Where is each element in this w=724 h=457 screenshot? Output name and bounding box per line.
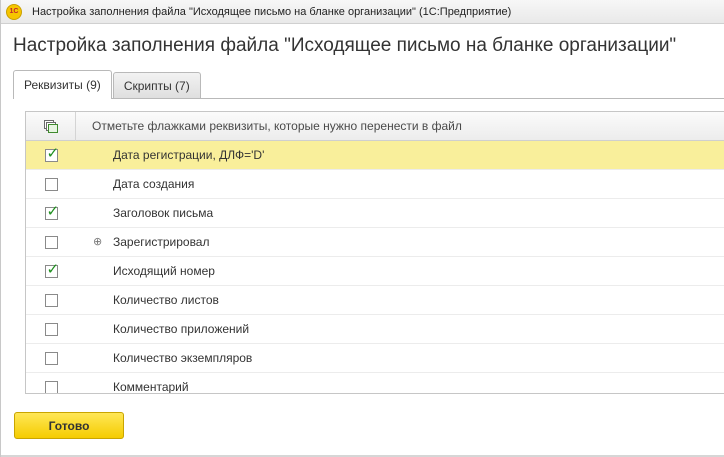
row-checkbox[interactable] [44, 235, 58, 249]
row-label: Исходящий номер [76, 264, 215, 278]
row-label-text: Исходящий номер [113, 264, 215, 278]
row-label-text: Комментарий [113, 380, 189, 394]
table-row[interactable]: ⊕ Зарегистрировал [26, 228, 724, 257]
row-label-text: Количество приложений [113, 322, 250, 336]
title-bar: 1С Настройка заполнения файла "Исходящее… [1, 0, 724, 24]
row-label: Количество листов [76, 293, 219, 307]
row-checkbox-cell: ✓ [26, 199, 76, 228]
page-title: Настройка заполнения файла "Исходящее пи… [13, 35, 677, 56]
tab-divider [13, 98, 724, 99]
requisites-table: Отметьте флажками реквизиты, которые нуж… [25, 111, 724, 394]
row-checkbox[interactable] [44, 293, 58, 307]
row-checkbox[interactable]: ✓ [44, 144, 60, 162]
row-checkbox-cell: ✓ [26, 257, 76, 286]
table-body: ✓ Дата регистрации, ДЛФ='D' Дата создания ✓… [26, 141, 724, 394]
tab-requisites[interactable]: Реквизиты (9) [13, 70, 112, 99]
row-label-text: Количество экземпляров [113, 351, 253, 365]
row-label-text: Количество листов [113, 293, 219, 307]
check-all-button[interactable] [26, 112, 76, 141]
row-label-text: Дата создания [113, 177, 195, 191]
window-title: Настройка заполнения файла "Исходящее пи… [32, 5, 512, 18]
done-button[interactable]: Готово [14, 412, 124, 439]
row-checkbox-cell [26, 170, 76, 199]
row-label: Количество экземпляров [76, 351, 252, 365]
check-all-icon [43, 119, 58, 133]
row-label: Дата создания [76, 177, 194, 191]
row-label: Комментарий [76, 380, 189, 394]
row-checkbox[interactable]: ✓ [44, 260, 60, 278]
row-label-text: Зарегистрировал [113, 235, 210, 249]
row-label: Количество приложений [76, 322, 249, 336]
tab-bar: Реквизиты (9) Скрипты (7) [13, 70, 201, 99]
row-label: Дата регистрации, ДЛФ='D' [76, 148, 264, 162]
table-header-label: Отметьте флажками реквизиты, которые нуж… [92, 119, 462, 133]
app-window: 1С Настройка заполнения файла "Исходящее… [0, 0, 724, 457]
row-checkbox-cell [26, 286, 76, 315]
row-checkbox-cell [26, 344, 76, 373]
row-checkbox-cell: ✓ [26, 141, 76, 170]
row-checkbox-cell [26, 373, 76, 393]
row-checkbox[interactable]: ✓ [44, 202, 60, 220]
row-checkbox[interactable] [44, 380, 58, 393]
row-label-text: Заголовок письма [113, 206, 214, 220]
row-checkbox[interactable] [44, 322, 58, 336]
row-checkbox[interactable] [44, 177, 58, 191]
tab-scripts[interactable]: Скрипты (7) [112, 72, 201, 99]
table-row[interactable]: Количество экземпляров [26, 344, 724, 373]
table-row[interactable]: ✓ Заголовок письма [26, 199, 724, 228]
table-row[interactable]: Дата создания [26, 170, 724, 199]
row-checkbox-cell [26, 228, 76, 257]
table-row[interactable]: Количество листов [26, 286, 724, 315]
table-row[interactable]: Комментарий [26, 373, 724, 394]
table-row[interactable]: Количество приложений [26, 315, 724, 344]
row-checkbox-cell [26, 315, 76, 344]
app-logo-icon: 1С [6, 3, 22, 20]
checkmark-icon: ✓ [46, 260, 60, 278]
checkmark-icon: ✓ [46, 144, 60, 162]
table-row[interactable]: ✓ Исходящий номер [26, 257, 724, 286]
expand-plus-icon[interactable]: ⊕ [93, 235, 102, 249]
row-label: Заголовок письма [76, 206, 213, 220]
row-label: ⊕ Зарегистрировал [76, 235, 210, 249]
table-header: Отметьте флажками реквизиты, которые нуж… [26, 112, 724, 141]
row-label-text: Дата регистрации, ДЛФ='D' [113, 148, 265, 162]
checkmark-icon: ✓ [46, 202, 60, 220]
row-checkbox[interactable] [44, 351, 58, 365]
table-row[interactable]: ✓ Дата регистрации, ДЛФ='D' [26, 141, 724, 170]
